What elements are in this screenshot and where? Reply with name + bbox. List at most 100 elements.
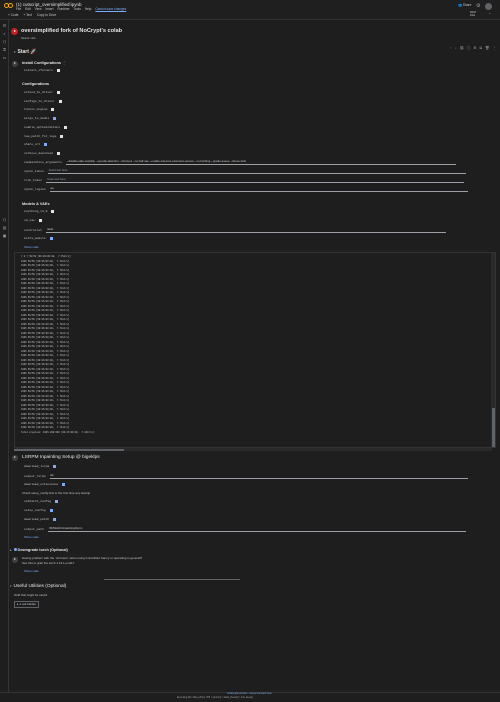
enable-optimizations-checkbox[interactable] bbox=[64, 126, 68, 130]
header-bar: (1) cutscript_oversimplified.ipynb ☆ Fil… bbox=[0, 0, 500, 20]
add-text-button[interactable]: + Text bbox=[23, 13, 32, 18]
field-label: configs_to_driver bbox=[24, 100, 55, 103]
field-label: download_extensions bbox=[24, 483, 59, 486]
link-icon[interactable]: ⛓ bbox=[460, 46, 464, 50]
add-code-button[interactable]: + Code bbox=[8, 13, 18, 18]
setbatch-config-checkbox[interactable] bbox=[55, 500, 59, 504]
download-extensions-checkbox[interactable] bbox=[62, 483, 66, 487]
config-heading: Configurations bbox=[22, 82, 49, 86]
ngrok-region-select[interactable]: us bbox=[49, 186, 468, 192]
share-button[interactable]: 👥 Share bbox=[458, 3, 471, 8]
anything-v4-checkbox[interactable] bbox=[51, 210, 55, 214]
scrollbar-thumb[interactable] bbox=[14, 448, 124, 451]
chevron-right-icon[interactable]: ▸ bbox=[10, 548, 12, 552]
start-heading: ▾ Start 🚀 bbox=[14, 49, 37, 55]
cell-output[interactable]: [ 0 ] 50/50 [00:00<00:00, 7.79it/s] 100% … bbox=[14, 252, 496, 448]
folder-icon[interactable]: ▭ bbox=[2, 56, 7, 60]
setup-config-checkbox[interactable] bbox=[49, 509, 53, 513]
terminal-icon[interactable]: ▤ bbox=[2, 226, 7, 230]
chevron-down-icon[interactable]: ▾ bbox=[14, 50, 16, 54]
output-path-input[interactable]: /SDWebUI/inpainting/lsrpm bbox=[47, 526, 466, 532]
form-row-multi-models: multi_models bbox=[24, 237, 53, 241]
ngrok-token-input[interactable]: Insert text here bbox=[47, 168, 466, 174]
share-url-checkbox[interactable] bbox=[44, 143, 48, 147]
field-label: anything_v4_0 bbox=[24, 210, 48, 213]
field-label: enable_optimizations bbox=[24, 126, 61, 129]
console-icon[interactable]: ▣ bbox=[2, 234, 7, 238]
run-cell-button[interactable] bbox=[12, 557, 18, 563]
download-lsrpm-checkbox[interactable] bbox=[53, 465, 57, 469]
horizontal-scrollbar[interactable] bbox=[14, 448, 492, 451]
sd-vae-checkbox[interactable] bbox=[38, 219, 42, 223]
key-icon[interactable]: ⚿ bbox=[2, 48, 7, 52]
menu-help[interactable]: Help bbox=[85, 7, 92, 12]
run-cell-button[interactable] bbox=[12, 455, 18, 461]
show-code-link[interactable]: Show code bbox=[24, 245, 39, 250]
merge-to-model-checkbox[interactable] bbox=[53, 117, 57, 121]
copy-icon[interactable]: ⧉ bbox=[480, 46, 483, 50]
field-label: output_path bbox=[24, 527, 44, 531]
avatar[interactable] bbox=[485, 3, 492, 10]
copy-to-drive-button[interactable]: Copy to Drive bbox=[37, 13, 56, 18]
run-cell-button[interactable] bbox=[12, 61, 18, 67]
chevron-up-icon[interactable]: ⌃ bbox=[488, 12, 491, 18]
form-row-lsrpm: setbatch_config bbox=[24, 500, 59, 504]
form-row-config: low_patch_for_logs bbox=[24, 135, 64, 139]
useful-heading: ▾ Useful Utilities (Optional) bbox=[10, 584, 67, 589]
source-link[interactable]: Source: Link bbox=[21, 37, 35, 40]
table-of-contents-icon[interactable]: ☰ bbox=[2, 24, 7, 28]
form-row-lsrpm: setup_config bbox=[24, 509, 53, 513]
field-label: verbose_download bbox=[24, 152, 53, 155]
arrow-up-icon[interactable]: ↑ bbox=[450, 46, 452, 50]
tunnel-engine-checkbox[interactable] bbox=[51, 108, 55, 112]
verbose-download-checkbox[interactable] bbox=[56, 152, 60, 156]
code-icon[interactable]: ⟨⟩ bbox=[2, 218, 7, 222]
notebook-toolbar: + Code + Text Copy to Drive bbox=[8, 13, 56, 18]
output-lsrpm-select[interactable]: lsr bbox=[49, 473, 468, 479]
menu-edit[interactable]: Edit bbox=[25, 7, 31, 12]
menu-insert[interactable]: Insert bbox=[46, 7, 54, 12]
lsrpm-heading: LSRPM Inpainting Setup @ bigeklps bbox=[22, 455, 100, 460]
resource-indicator[interactable]: RAM Disk bbox=[470, 11, 476, 18]
colab-logo-icon[interactable] bbox=[4, 3, 13, 9]
show-code-link[interactable]: Show code bbox=[24, 535, 39, 540]
field-label: ngrok_region bbox=[24, 187, 46, 191]
left-sidebar: ☰ ⌕ ⟨⟩ ⚿ ▭ ⟨⟩ ▤ ▣ bbox=[0, 20, 9, 702]
more-icon[interactable]: ⋮ bbox=[493, 46, 497, 50]
menu-runtime[interactable]: Runtime bbox=[57, 7, 69, 12]
field-label: download_lsrpm bbox=[24, 465, 50, 468]
low-patch-checkbox[interactable] bbox=[60, 135, 64, 139]
show-code-link[interactable]: Show code bbox=[24, 569, 39, 574]
menu-tools[interactable]: Tools bbox=[73, 7, 80, 12]
search-icon[interactable]: ⌕ bbox=[2, 32, 7, 36]
menu-file[interactable]: File bbox=[16, 7, 21, 12]
download-patch-checkbox[interactable] bbox=[53, 518, 57, 522]
rocket-icon: 🚀 bbox=[30, 49, 37, 55]
gear-icon[interactable]: ⚙ bbox=[473, 46, 476, 50]
commandline-input[interactable]: --disable-safe-unpickle --opt-sdp-attent… bbox=[65, 160, 456, 165]
field-label: output_lsrpm bbox=[24, 474, 46, 478]
lsrpm-note: Check setup_config first to the first ti… bbox=[22, 491, 91, 495]
gear-icon[interactable]: ⚙ bbox=[476, 3, 480, 9]
chevron-down-icon[interactable]: ▾ bbox=[10, 584, 12, 588]
controlnet-select[interactable]: none bbox=[46, 227, 447, 233]
comment-icon[interactable]: ▢ bbox=[467, 46, 470, 50]
cannot-save-link[interactable]: Cannot save changes bbox=[95, 7, 126, 12]
zrok-token-input[interactable]: Insert text here bbox=[46, 177, 465, 183]
field-label: install_xformers bbox=[24, 69, 53, 72]
install-xformers-checkbox[interactable] bbox=[56, 69, 60, 73]
menu-bar: File Edit View Insert Runtime Tools Help… bbox=[16, 7, 126, 12]
delete-icon[interactable]: 🗑 bbox=[485, 46, 489, 50]
form-row-zrok: zrok_token Insert text here bbox=[24, 177, 465, 183]
extend-to-driver-checkbox[interactable] bbox=[56, 91, 60, 95]
arrow-down-icon[interactable]: ↓ bbox=[455, 46, 457, 50]
run-button[interactable] bbox=[11, 28, 18, 35]
multi-models-checkbox[interactable] bbox=[49, 237, 53, 241]
output-scrollbar[interactable] bbox=[491, 253, 495, 447]
status-links[interactable]: Colab paid products - Cancel contracts h… bbox=[227, 693, 272, 696]
hidden-cells-button[interactable]: ▸ 1 cell hidden bbox=[14, 601, 40, 608]
menu-view[interactable]: View bbox=[35, 7, 42, 12]
scrollbar-thumb[interactable] bbox=[491, 408, 495, 447]
configs-to-driver-checkbox[interactable] bbox=[58, 100, 62, 104]
code-snippets-icon[interactable]: ⟨⟩ bbox=[2, 40, 7, 44]
